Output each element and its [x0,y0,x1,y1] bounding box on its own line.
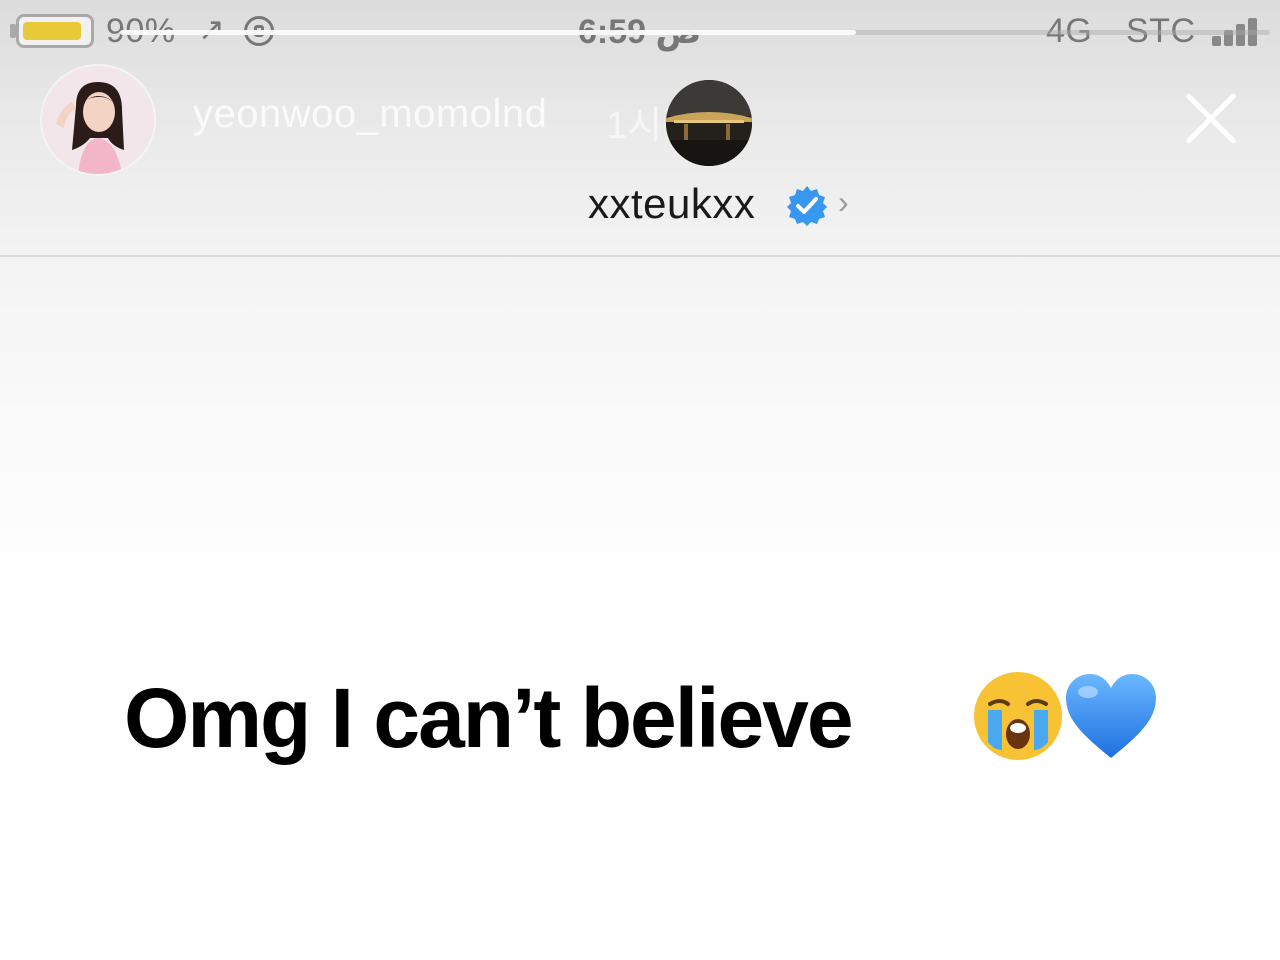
battery-fill [23,22,81,40]
story-viewer: 90% ↗ ص 6:59 4G STC yeonwoo_momolnd 1시간 [0,0,1280,960]
blue-heart-emoji [1066,674,1156,758]
mentioned-user-photo [666,80,752,166]
close-icon[interactable] [1182,90,1240,148]
verified-badge-icon [787,186,827,226]
chevron-right-icon: › [838,184,849,220]
mention-username[interactable]: xxteukxx [588,180,755,228]
story-username[interactable]: yeonwoo_momolnd [193,92,547,137]
user-avatar[interactable] [40,64,156,176]
location-arrow-icon: ↗ [198,11,226,47]
battery-nub [10,24,16,38]
mentioned-user-avatar[interactable] [666,80,752,166]
header-divider [0,255,1280,257]
status-bar: 90% ↗ ص 6:59 4G STC [0,0,1280,70]
story-progress-fill [120,30,856,35]
story-progress-bar [120,30,1270,35]
story-caption: Omg I can’t believe [124,671,854,765]
battery-icon [16,14,94,48]
user-photo [42,66,154,174]
crying-face-emoji [974,672,1062,760]
